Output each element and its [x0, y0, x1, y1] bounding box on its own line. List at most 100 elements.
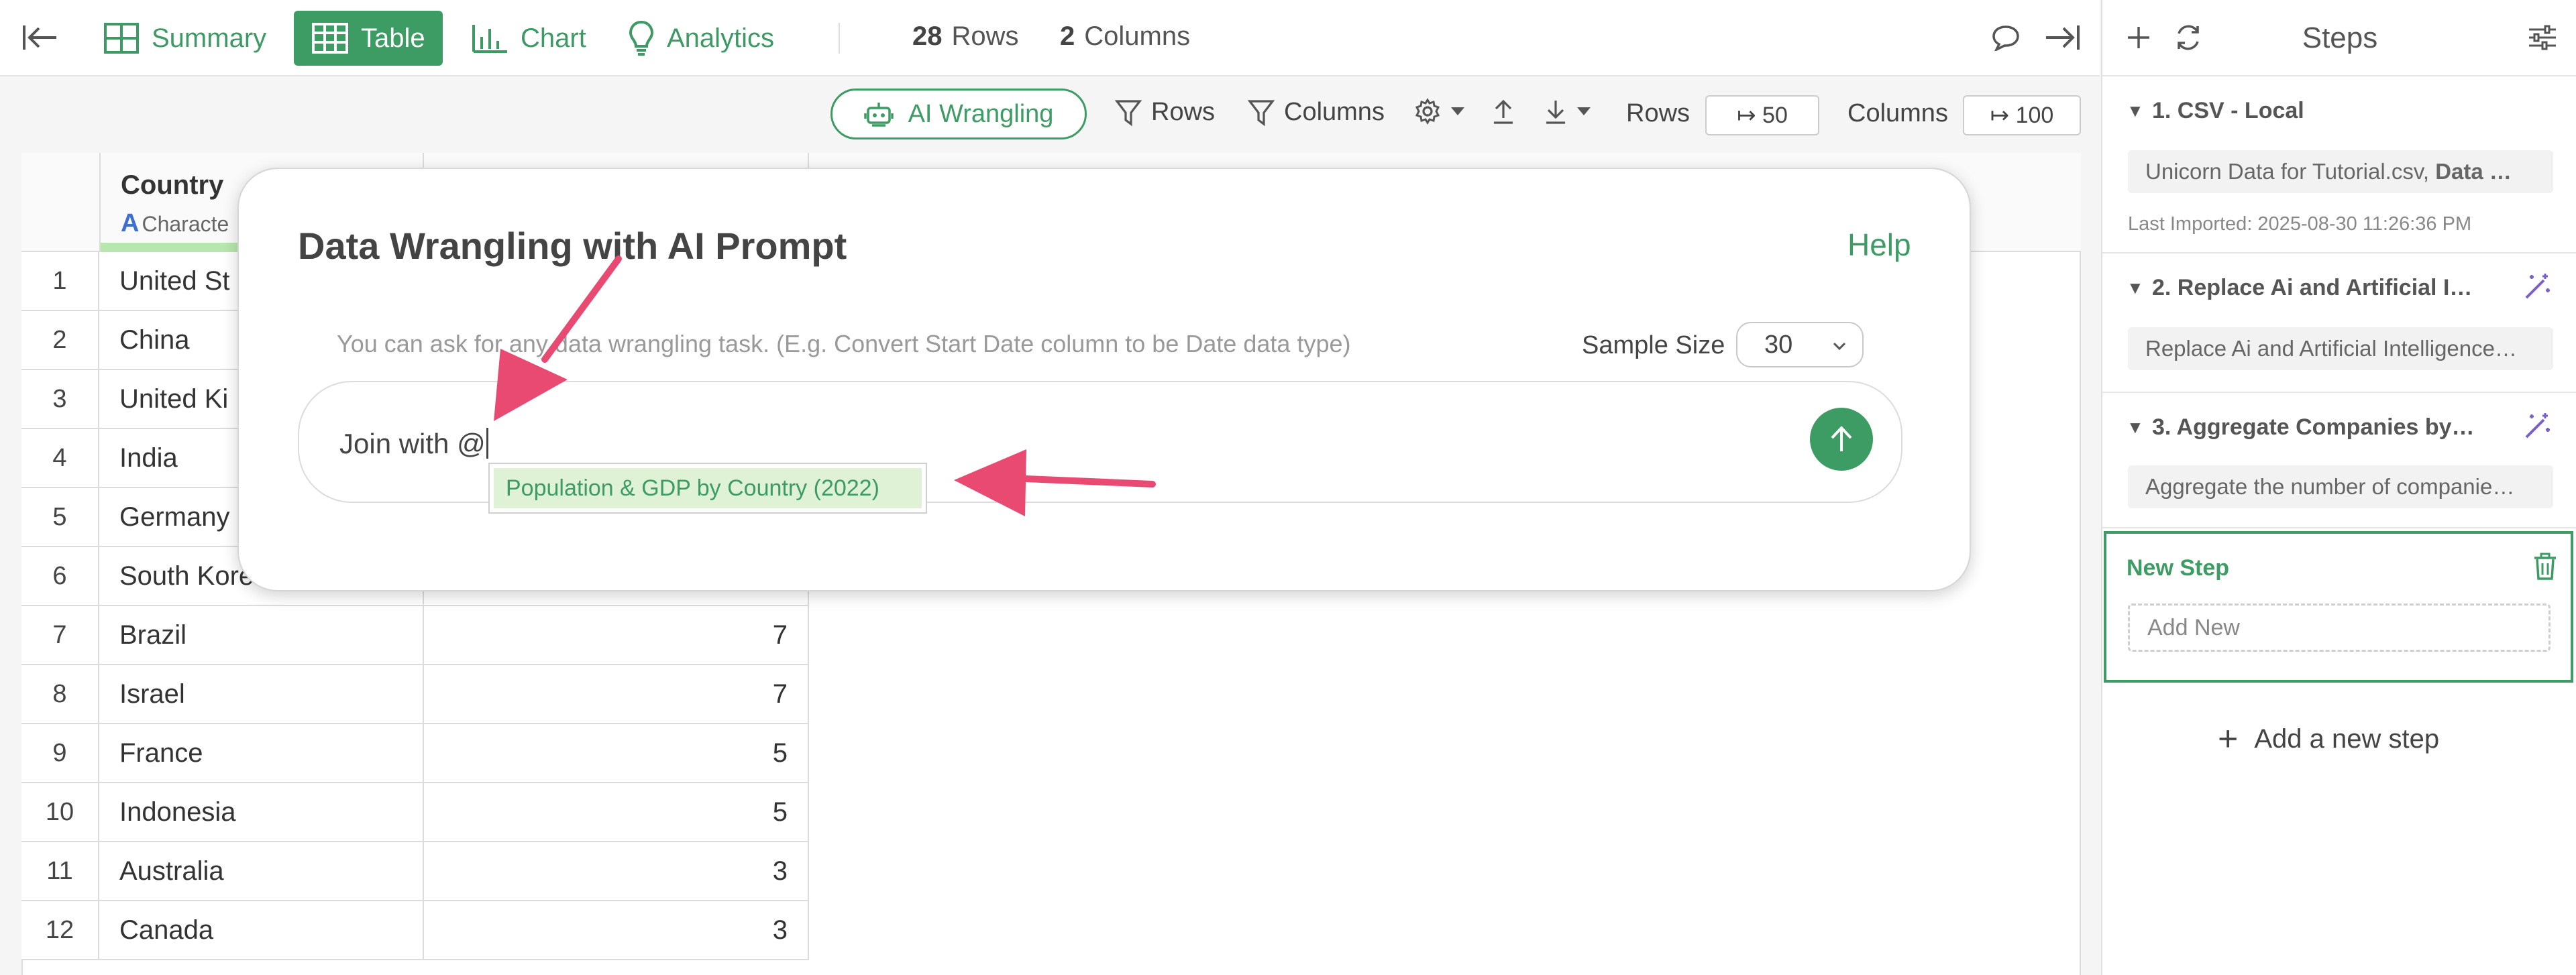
new-step-card: New Step Add New	[2104, 531, 2573, 683]
table-row[interactable]: 11 Australia 3	[21, 842, 809, 901]
table-icon	[312, 23, 348, 54]
count-cell[interactable]: 5	[424, 783, 809, 841]
sliders-icon[interactable]	[2524, 19, 2561, 56]
add-new-step-button[interactable]: + Add a new step	[2218, 719, 2439, 759]
filter-rows-button[interactable]: Rows	[1115, 98, 1215, 127]
country-cell[interactable]: Brazil	[99, 606, 424, 664]
caret-down-icon[interactable]: ▼	[2127, 417, 2144, 438]
trash-icon[interactable]	[2533, 553, 2557, 584]
tab-analytics[interactable]: Analytics	[610, 11, 792, 66]
tab-table-label: Table	[361, 23, 425, 53]
count-cell[interactable]: 3	[424, 901, 809, 959]
country-cell[interactable]: Israel	[99, 665, 424, 723]
summary-icon	[104, 23, 139, 54]
character-type-icon: A	[121, 209, 140, 237]
download-icon	[1546, 101, 1565, 124]
count-cell[interactable]: 7	[424, 606, 809, 664]
collapse-left-icon[interactable]	[20, 20, 60, 55]
country-cell[interactable]: Australia	[99, 842, 424, 900]
count-cell[interactable]: 7	[424, 665, 809, 723]
ai-wrangling-button[interactable]: AI Wrangling	[830, 89, 1087, 139]
row-number: 11	[21, 842, 99, 900]
step-title: 1. CSV - Local	[2152, 98, 2304, 123]
magic-wand-icon	[2522, 412, 2552, 445]
upload-icon[interactable]	[1492, 98, 1524, 125]
lightbulb-icon	[629, 20, 654, 56]
rows-limit-input[interactable]: ↦ 50	[1705, 95, 1819, 135]
columns-limit-label: Columns	[1847, 99, 1948, 127]
dialog-title: Data Wrangling with AI Prompt	[298, 225, 847, 267]
ai-prompt-dialog: Data Wrangling with AI Prompt Help You c…	[237, 168, 1971, 591]
row-count-label: Rows	[951, 21, 1019, 51]
count-cell[interactable]: 5	[424, 724, 809, 782]
table-row[interactable]: 8 Israel 7	[21, 665, 809, 724]
tab-chart[interactable]: Chart	[453, 11, 604, 66]
row-number: 7	[21, 606, 99, 664]
column-count-value: 2	[1060, 21, 1075, 51]
download-menu-button[interactable]	[1544, 98, 1601, 125]
row-number: 2	[21, 311, 99, 369]
row-number: 10	[21, 783, 99, 841]
step-item-aggregate[interactable]: ▼ 3. Aggregate Companies by… Aggregate t…	[2102, 394, 2576, 528]
row-number: 6	[21, 547, 99, 605]
tab-table[interactable]: Table	[294, 11, 443, 66]
step-description[interactable]: Unicorn Data for Tutorial.csv, Data …	[2128, 150, 2553, 193]
new-step-label: New Step	[2127, 555, 2230, 581]
prompt-input-text: Join with @	[339, 428, 488, 460]
tab-chart-label: Chart	[521, 23, 586, 53]
settings-menu-button[interactable]	[1414, 98, 1474, 125]
caret-down-icon[interactable]: ▼	[2127, 278, 2144, 298]
count-cell[interactable]: 3	[424, 842, 809, 900]
sample-size-value: 30	[1764, 330, 1793, 359]
app-window: Summary Table Chart Analytics 28 Rows 2 Co…	[0, 0, 2576, 975]
columns-limit-input[interactable]: ↦ 100	[1963, 95, 2081, 135]
row-count: 28 Rows	[912, 21, 1019, 52]
caret-down-icon[interactable]: ▼	[2127, 101, 2144, 121]
step-title: 2. Replace Ai and Artificial I…	[2152, 275, 2473, 300]
column-count-label: Columns	[1084, 21, 1191, 51]
step-item-csv[interactable]: ▼ 1. CSV - Local Unicorn Data for Tutori…	[2102, 78, 2576, 253]
suggestion-item[interactable]: Population & GDP by Country (2022)	[494, 468, 922, 508]
steps-panel: Steps ▼ 1. CSV - Local Unicorn Data for …	[2101, 0, 2576, 975]
step-description-text: Replace Ai and Artificial Intelligence…	[2145, 336, 2517, 361]
step-item-replace[interactable]: ▼ 2. Replace Ai and Artificial I… Replac…	[2102, 255, 2576, 393]
tab-summary[interactable]: Summary	[86, 11, 284, 66]
country-cell[interactable]: Indonesia	[99, 783, 424, 841]
sample-size-select[interactable]: 30	[1736, 322, 1864, 367]
tab-analytics-label: Analytics	[667, 23, 775, 53]
tab-summary-label: Summary	[152, 23, 267, 53]
row-number: 9	[21, 724, 99, 782]
bar-chart-icon	[472, 25, 507, 53]
table-row[interactable]: 9 France 5	[21, 724, 809, 783]
country-cell[interactable]: France	[99, 724, 424, 782]
plus-icon: +	[2218, 720, 2239, 758]
rows-limit-label: Rows	[1626, 99, 1690, 127]
text-cursor	[486, 428, 488, 459]
collapse-right-icon[interactable]	[2043, 19, 2081, 56]
step-description-text: Aggregate the number of companie…	[2145, 474, 2515, 499]
step-description[interactable]: Replace Ai and Artificial Intelligence…	[2128, 327, 2553, 370]
gear-icon	[1415, 98, 1440, 125]
row-count-value: 28	[912, 21, 943, 51]
steps-title: Steps	[2302, 21, 2378, 54]
step-title: 3. Aggregate Companies by…	[2152, 414, 2475, 440]
country-cell[interactable]: Canada	[99, 901, 424, 959]
step-description[interactable]: Aggregate the number of companie…	[2128, 465, 2553, 508]
column-count: 2 Columns	[1060, 21, 1190, 52]
filter-icon	[1248, 99, 1275, 126]
table-row[interactable]: 12 Canada 3	[21, 901, 809, 960]
filter-icon	[1115, 99, 1142, 126]
filter-columns-button[interactable]: Columns	[1248, 98, 1385, 127]
caret-down-icon	[1451, 107, 1464, 115]
table-row[interactable]: 7 Brazil 7	[21, 606, 809, 665]
help-link[interactable]: Help	[1847, 227, 1911, 263]
add-new-input[interactable]: Add New	[2128, 604, 2551, 652]
table-row[interactable]: 10 Indonesia 5	[21, 783, 809, 842]
column-name: Country	[121, 170, 224, 200]
row-number: 1	[21, 252, 99, 310]
send-button[interactable]	[1810, 408, 1873, 471]
last-imported: Last Imported: 2025-08-30 11:26:36 PM	[2128, 213, 2472, 235]
step-description-text: Unicorn Data for Tutorial.csv,	[2145, 159, 2436, 184]
comment-icon[interactable]	[1987, 19, 2025, 56]
row-number: 12	[21, 901, 99, 959]
